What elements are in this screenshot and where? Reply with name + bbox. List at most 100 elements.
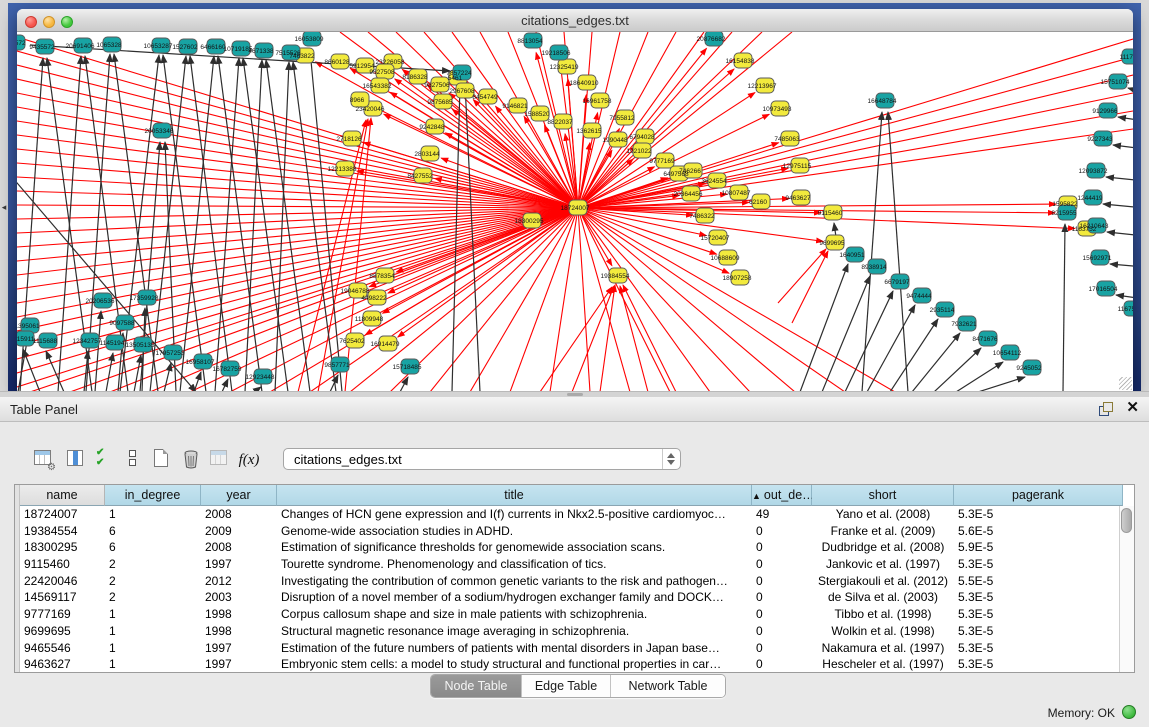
cell-out_de[interactable]: 49 (752, 506, 812, 523)
create-column-button[interactable] (148, 447, 174, 473)
cell-name[interactable]: 22420046 (20, 573, 105, 590)
cell-name[interactable]: 9115460 (20, 556, 105, 573)
cell-short[interactable]: Jankovic et al. (1997) (812, 556, 954, 573)
tab-edge-table[interactable]: Edge Table (522, 675, 611, 697)
function-builder-button[interactable]: f(x) (236, 447, 262, 473)
cell-title[interactable]: Embryonic stem cells: a model to study s… (277, 656, 752, 672)
cell-in_degree[interactable]: 1 (105, 606, 201, 623)
row-height-button[interactable] (120, 447, 146, 473)
cell-out_de[interactable]: 0 (752, 573, 812, 590)
cell-year[interactable]: 2012 (201, 573, 277, 590)
cell-pagerank[interactable]: 5.3E-5 (954, 606, 1123, 623)
select-attributes-button[interactable]: ✔✔ (92, 447, 118, 473)
window-resize-grip[interactable] (1119, 377, 1132, 390)
table-row[interactable]: 2242004622012Investigating the contribut… (20, 573, 1123, 590)
cell-short[interactable]: Hescheler et al. (1997) (812, 656, 954, 672)
panel-collapse-arrow-icon[interactable]: ◂ (0, 200, 8, 214)
cell-out_de[interactable]: 0 (752, 606, 812, 623)
cell-short[interactable]: Dudbridge et al. (2008) (812, 539, 954, 556)
cell-in_degree[interactable]: 2 (105, 556, 201, 573)
cell-year[interactable]: 2003 (201, 589, 277, 606)
column-header-in_degree[interactable]: in_degree (105, 485, 201, 506)
cell-in_degree[interactable]: 2 (105, 589, 201, 606)
cell-year[interactable]: 2008 (201, 506, 277, 523)
cell-name[interactable]: 18724007 (20, 506, 105, 523)
cell-title[interactable]: Disruption of a novel member of a sodium… (277, 589, 752, 606)
cell-out_de[interactable]: 0 (752, 640, 812, 657)
cell-in_degree[interactable]: 1 (105, 656, 201, 672)
cell-pagerank[interactable]: 5.5E-5 (954, 573, 1123, 590)
cell-pagerank[interactable]: 5.3E-5 (954, 589, 1123, 606)
cell-short[interactable]: Tibbo et al. (1998) (812, 606, 954, 623)
table-row[interactable]: 911546021997Tourette syndrome. Phenomeno… (20, 556, 1123, 573)
table-row[interactable]: 1938455462009Genome-wide association stu… (20, 523, 1123, 540)
cell-short[interactable]: Franke et al. (2009) (812, 523, 954, 540)
column-header-short[interactable]: short (812, 485, 954, 506)
delete-column-button[interactable] (178, 447, 204, 473)
cell-title[interactable]: Structural magnetic resonance image aver… (277, 623, 752, 640)
cell-pagerank[interactable]: 5.3E-5 (954, 556, 1123, 573)
cell-in_degree[interactable]: 2 (105, 573, 201, 590)
cell-in_degree[interactable]: 1 (105, 623, 201, 640)
cell-year[interactable]: 1998 (201, 606, 277, 623)
memory-ok-indicator-icon[interactable] (1122, 705, 1136, 719)
cell-short[interactable]: Wolkin et al. (1998) (812, 623, 954, 640)
column-header-year[interactable]: year (201, 485, 277, 506)
cell-pagerank[interactable]: 5.6E-5 (954, 523, 1123, 540)
cell-pagerank[interactable]: 5.3E-5 (954, 506, 1123, 523)
table-row[interactable]: 969969511998Structural magnetic resonanc… (20, 623, 1123, 640)
cell-title[interactable]: Estimation of the future numbers of pati… (277, 640, 752, 657)
cell-pagerank[interactable]: 5.9E-5 (954, 539, 1123, 556)
show-columns-button[interactable] (62, 447, 88, 473)
cell-year[interactable]: 2008 (201, 539, 277, 556)
cell-name[interactable]: 18300295 (20, 539, 105, 556)
red-converging-edges[interactable] (298, 118, 828, 391)
cell-year[interactable]: 1997 (201, 640, 277, 657)
table-row[interactable]: 946554611997Estimation of the future num… (20, 640, 1123, 657)
column-header-name[interactable]: name (20, 485, 105, 506)
cell-in_degree[interactable]: 6 (105, 523, 201, 540)
cell-pagerank[interactable]: 5.3E-5 (954, 656, 1123, 672)
splitter-handle-icon[interactable] (567, 393, 583, 396)
cell-year[interactable]: 1998 (201, 623, 277, 640)
cell-pagerank[interactable]: 5.3E-5 (954, 623, 1123, 640)
cell-pagerank[interactable]: 5.3E-5 (954, 640, 1123, 657)
cell-short[interactable]: Nakamura et al. (1997) (812, 640, 954, 657)
black-citation-edges[interactable] (17, 45, 1133, 391)
cell-short[interactable]: Stergiakouli et al. (2012) (812, 573, 954, 590)
table-mode-button[interactable]: ⚙ (30, 447, 56, 473)
column-header-pagerank[interactable]: pagerank (954, 485, 1123, 506)
cell-year[interactable]: 1997 (201, 556, 277, 573)
tab-node-table[interactable]: Node Table (431, 675, 522, 697)
cell-year[interactable]: 1997 (201, 656, 277, 672)
table-scrollbar[interactable] (1119, 506, 1134, 672)
cell-title[interactable]: Changes of HCN gene expression and I(f) … (277, 506, 752, 523)
cell-name[interactable]: 14569117 (20, 589, 105, 606)
network-canvas[interactable]: 1872400774638228660128591295423226058982… (17, 32, 1133, 391)
cell-out_de[interactable]: 0 (752, 589, 812, 606)
cell-out_de[interactable]: 0 (752, 539, 812, 556)
cell-title[interactable]: Genome-wide association studies in ADHD. (277, 523, 752, 540)
table-row[interactable]: 1830029562008Estimation of significance … (20, 539, 1123, 556)
float-panel-icon[interactable] (1099, 402, 1113, 416)
cell-short[interactable]: de Silva et al. (2003) (812, 589, 954, 606)
cell-out_de[interactable]: 0 (752, 556, 812, 573)
cell-in_degree[interactable]: 1 (105, 506, 201, 523)
column-header-out_de[interactable]: ▲out_de… (752, 485, 812, 506)
scrollbar-thumb[interactable] (1121, 508, 1132, 533)
cell-year[interactable]: 2009 (201, 523, 277, 540)
table-row[interactable]: 1456911722003Disruption of a novel membe… (20, 589, 1123, 606)
cell-name[interactable]: 9465546 (20, 640, 105, 657)
cell-out_de[interactable]: 0 (752, 623, 812, 640)
cell-name[interactable]: 9699695 (20, 623, 105, 640)
citation-network-graph[interactable]: 1872400774638228660128591295423226058982… (17, 32, 1133, 391)
table-row[interactable]: 1872400712008Changes of HCN gene express… (20, 506, 1123, 523)
tab-network-table[interactable]: Network Table (611, 675, 725, 697)
cell-title[interactable]: Estimation of significance thresholds fo… (277, 539, 752, 556)
table-row[interactable]: 946362711997Embryonic stem cells: a mode… (20, 656, 1123, 672)
cell-name[interactable]: 19384554 (20, 523, 105, 540)
cell-out_de[interactable]: 0 (752, 656, 812, 672)
cell-out_de[interactable]: 0 (752, 523, 812, 540)
column-header-title[interactable]: title (277, 485, 752, 506)
cell-title[interactable]: Corpus callosum shape and size in male p… (277, 606, 752, 623)
